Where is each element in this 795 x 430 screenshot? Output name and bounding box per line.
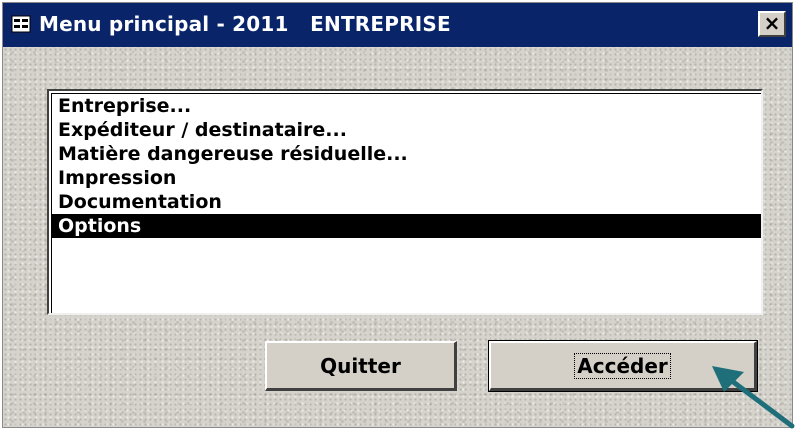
list-item-impression[interactable]: Impression bbox=[52, 166, 761, 190]
list-item-options[interactable]: Options bbox=[52, 214, 761, 238]
list-item-matiere-dangereuse[interactable]: Matière dangereuse résiduelle... bbox=[52, 142, 761, 166]
pointer-arrow-icon bbox=[712, 366, 795, 429]
main-menu-window: Menu principal - 2011 ENTREPRISE × Entre… bbox=[2, 2, 793, 428]
list-item-expediteur-destinataire[interactable]: Expéditeur / destinataire... bbox=[52, 118, 761, 142]
close-button[interactable]: × bbox=[758, 11, 786, 37]
quit-button-label: Quitter bbox=[320, 353, 401, 378]
access-button-label: Accéder bbox=[574, 352, 671, 379]
close-icon: × bbox=[763, 11, 781, 35]
list-item-documentation[interactable]: Documentation bbox=[52, 190, 761, 214]
list-item-entreprise[interactable]: Entreprise... bbox=[52, 94, 761, 118]
menu-listbox[interactable]: Entreprise... Expéditeur / destinataire.… bbox=[47, 89, 763, 315]
form-icon bbox=[11, 15, 31, 33]
menu-list-items: Entreprise... Expéditeur / destinataire.… bbox=[51, 93, 761, 313]
title-bar[interactable]: Menu principal - 2011 ENTREPRISE × bbox=[3, 3, 792, 47]
window-title: Menu principal - 2011 ENTREPRISE bbox=[39, 12, 451, 36]
form-body: Entreprise... Expéditeur / destinataire.… bbox=[3, 47, 792, 427]
quit-button[interactable]: Quitter bbox=[265, 341, 457, 391]
